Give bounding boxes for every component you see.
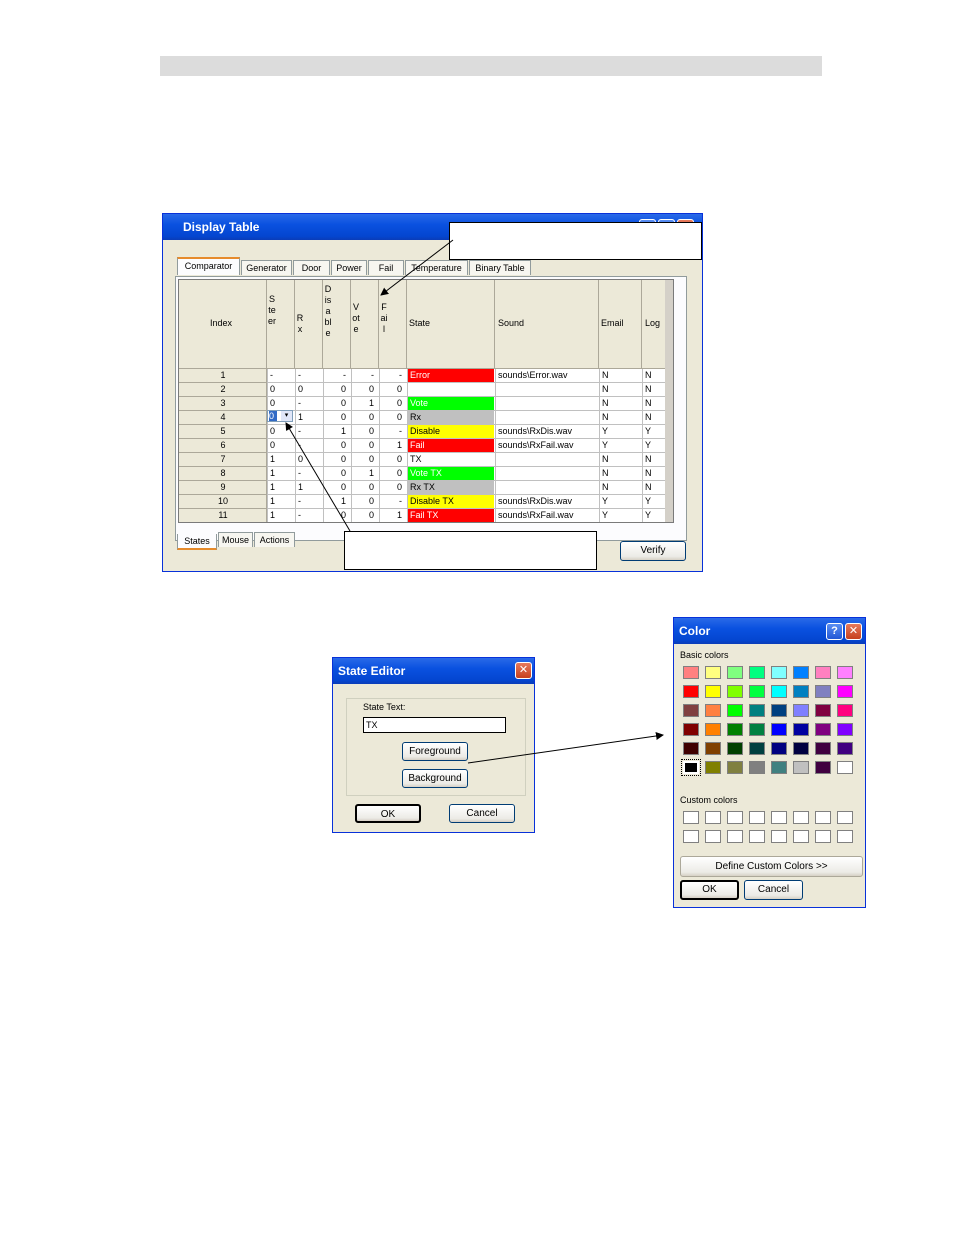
arrow-to-steer-dropdown (285, 422, 351, 532)
arrow-to-fail-column (380, 239, 454, 296)
annotation-arrows (285, 239, 664, 764)
arrow-to-color-dialog (467, 732, 664, 764)
